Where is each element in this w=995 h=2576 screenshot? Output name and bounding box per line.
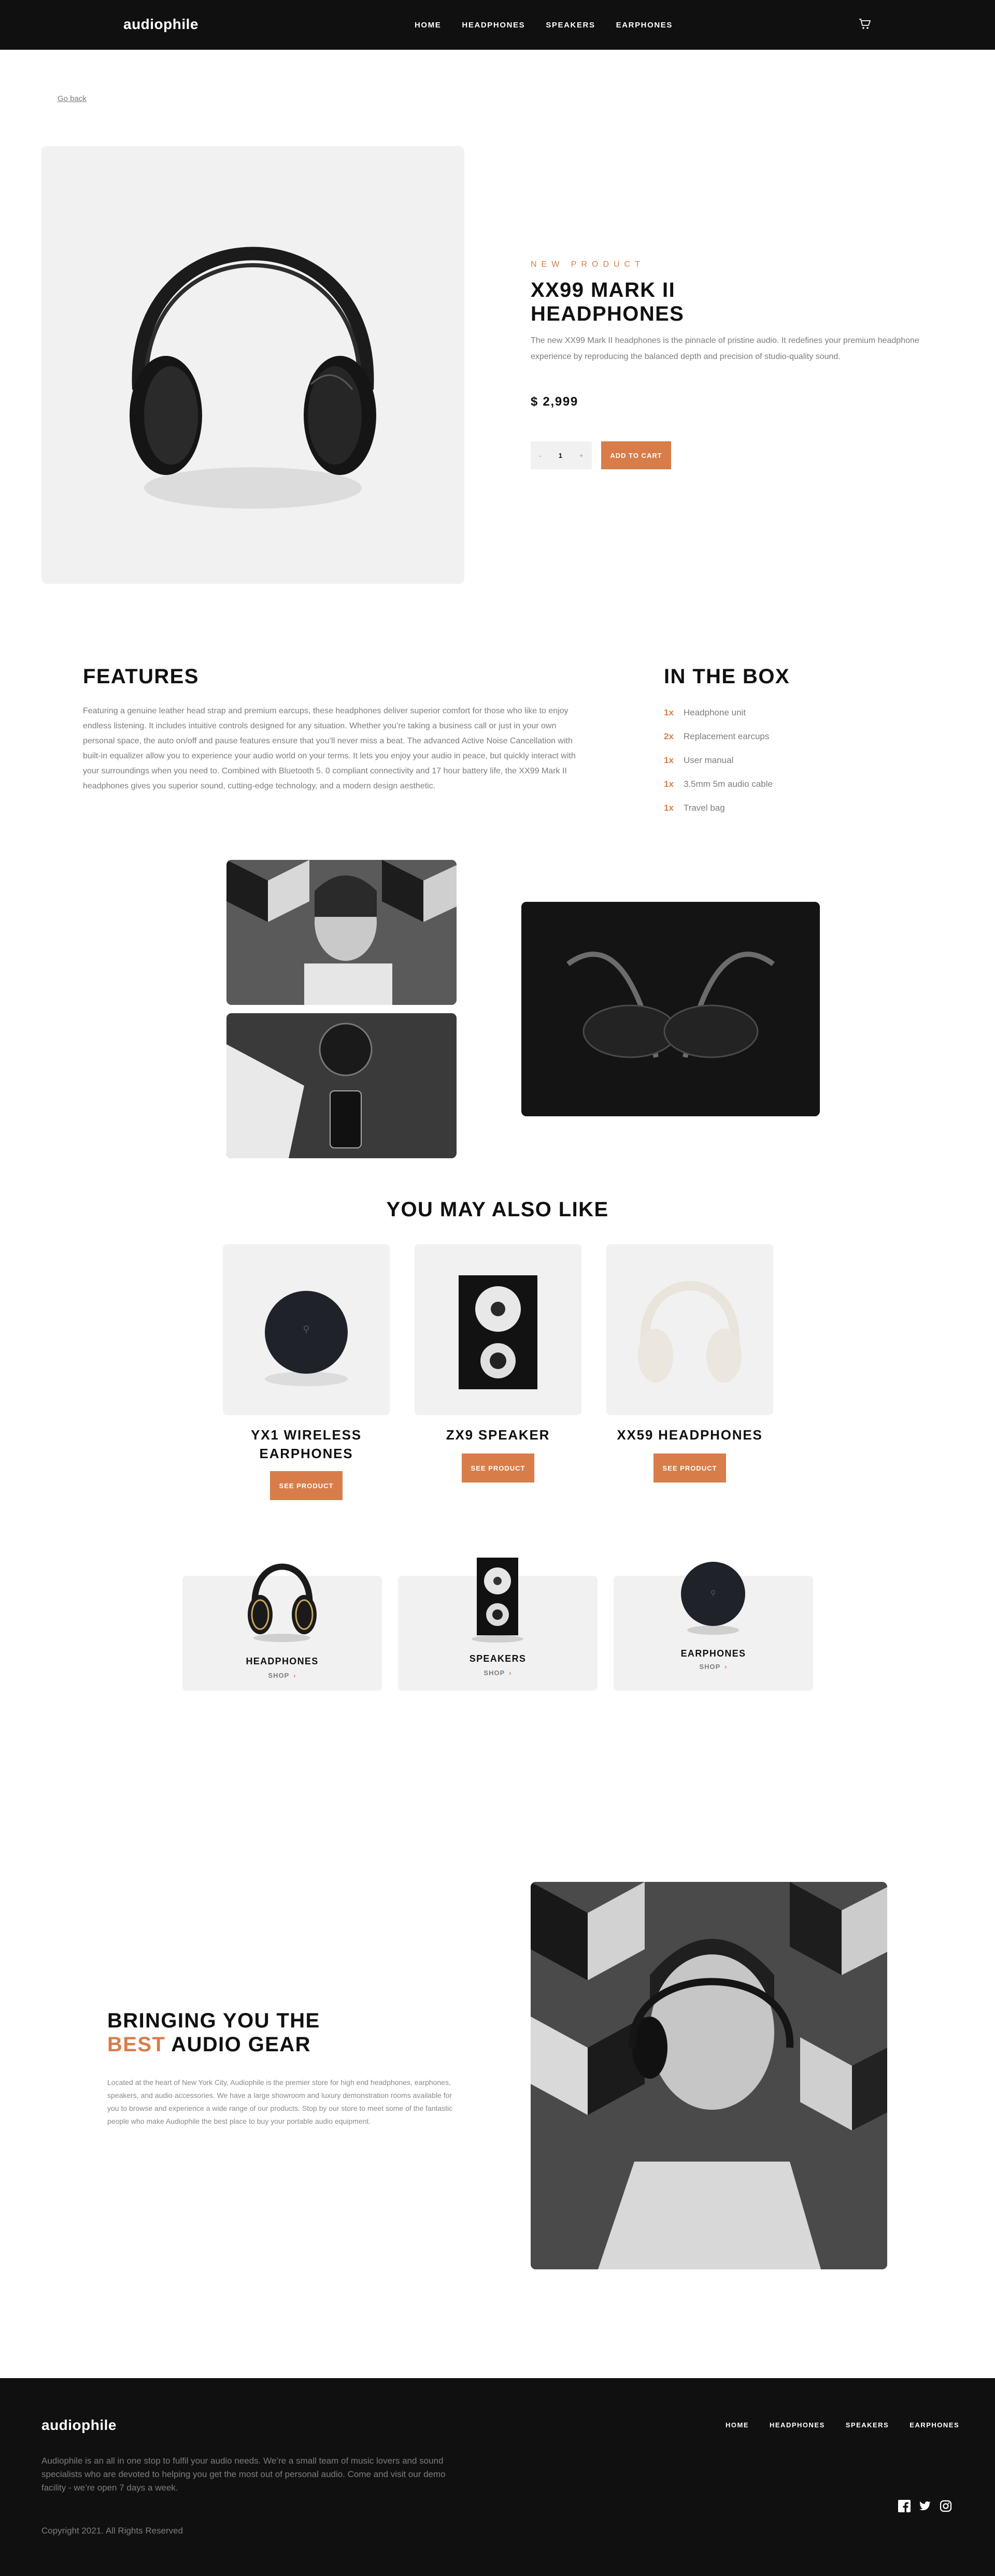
quantity-decrease-button[interactable]: - [539,452,541,459]
quantity-increase-button[interactable]: + [579,452,584,459]
nav-home[interactable]: HOME [415,21,441,30]
quantity-stepper: - 1 + [531,441,592,469]
in-the-box-title: IN THE BOX [664,665,790,688]
nav-speakers[interactable]: SPEAKERS [546,21,595,30]
features-title: FEATURES [83,665,199,688]
in-the-box-list: 1x Headphone unit 2x Replacement earcups 1… [664,701,773,820]
item-name: Replacement earcups [684,731,770,741]
category-shop-link[interactable]: SHOP › [182,1672,382,1679]
main-nav: HOME HEADPHONES SPEAKERS EARPHONES [415,21,673,30]
shop-label: SHOP [699,1663,721,1671]
also-like-name: XX59 HEADPHONES [617,1427,763,1443]
twitter-icon[interactable] [919,2500,932,2513]
product-overline: NEW PRODUCT [531,260,645,269]
also-like-image-headphones [606,1244,773,1415]
list-item: 2x Replacement earcups [664,725,773,749]
about-title: BRINGING YOU THE BEST AUDIO GEAR [107,2009,366,2056]
item-name: Travel bag [684,803,725,813]
category-label: HEADPHONES [246,1656,319,1666]
about-title-rest: AUDIO GEAR [165,2033,311,2056]
category-label: EARPHONES [680,1648,746,1659]
logo[interactable]: audiophile [123,16,198,33]
category-label: SPEAKERS [469,1653,527,1664]
also-like-name: ZX9 SPEAKER [446,1427,550,1443]
gallery-image-headphones-closeup [521,902,820,1116]
about-title-accent: BEST [107,2033,166,2056]
see-product-button[interactable]: SEE PRODUCT [462,1454,534,1483]
footer-nav-headphones[interactable]: HEADPHONES [770,2421,825,2429]
social-links [898,2500,953,2513]
item-quantity: 1x [664,779,674,789]
footer-nav-speakers[interactable]: SPEAKERS [846,2421,889,2429]
list-item: 1x User manual [664,749,773,772]
category-card-earphones[interactable]: ⚲ EARPHONES SHOP › [614,1562,813,1691]
features-text: Featuring a genuine leather head strap a… [83,707,576,790]
item-quantity: 1x [664,755,674,765]
item-name: 3.5mm 5m audio cable [684,779,773,789]
about-image-man-headphones [531,1882,887,2269]
about-text: Located at the heart of New York City, A… [107,2078,453,2125]
see-product-button[interactable]: SEE PRODUCT [653,1454,726,1483]
item-quantity: 1x [664,803,674,813]
copyright: Copyright 2021. All Rights Reserved [41,2526,183,2536]
list-item: 1x 3.5mm 5m audio cable [664,772,773,796]
footer-text: Audiophile is an all in one stop to fulf… [41,2456,446,2493]
nav-earphones[interactable]: EARPHONES [616,21,673,30]
gallery-image-desk [226,1013,457,1158]
item-quantity: 2x [664,731,674,741]
footer-logo[interactable]: audiophile [41,2417,117,2434]
cart-icon[interactable] [859,18,871,31]
facebook-icon[interactable] [898,2500,912,2513]
quantity-value: 1 [558,451,562,459]
about-title-line1: BRINGING YOU THE [107,2009,320,2032]
chevron-right-icon: › [293,1672,296,1679]
list-item: 1x Headphone unit [664,701,773,725]
footer-nav: HOME HEADPHONES SPEAKERS EARPHONES [726,2421,959,2429]
item-name: User manual [684,755,734,765]
footer-nav-home[interactable]: HOME [726,2421,749,2429]
category-card-speakers[interactable]: SPEAKERS SHOP › [398,1558,598,1691]
svg-text:⚲: ⚲ [710,1589,716,1598]
item-quantity: 1x [664,708,674,717]
also-like-image-speaker [415,1244,581,1415]
top-header: audiophile HOME HEADPHONES SPEAKERS EARP… [0,0,995,50]
category-shop-link[interactable]: SHOP › [398,1669,598,1677]
also-like-title: YOU MAY ALSO LIKE [386,1198,609,1221]
category-card-headphones[interactable]: HEADPHONES SHOP › [182,1563,382,1691]
svg-text:⚲: ⚲ [303,1324,309,1335]
product-price: $ 2,999 [531,395,578,409]
product-image [41,146,464,584]
chevron-right-icon: › [724,1663,728,1671]
list-item: 1x Travel bag [664,796,773,820]
gallery-image-man-headphones [226,860,457,1005]
site-footer: audiophile HOME HEADPHONES SPEAKERS EARP… [0,2378,995,2576]
product-title: XX99 MARK II HEADPHONES [531,279,685,325]
also-like-image-earphones: ⚲ [223,1244,390,1415]
add-to-cart-button[interactable]: ADD TO CART [601,441,671,469]
shop-label: SHOP [484,1669,505,1677]
category-shop-link[interactable]: SHOP › [614,1663,813,1671]
see-product-button[interactable]: SEE PRODUCT [270,1471,343,1500]
product-description: The new XX99 Mark II headphones is the p… [531,336,919,361]
chevron-right-icon: › [509,1669,512,1677]
item-name: Headphone unit [684,708,746,717]
go-back-link[interactable]: Go back [58,94,87,103]
nav-headphones[interactable]: HEADPHONES [462,21,525,30]
footer-nav-earphones[interactable]: EARPHONES [909,2421,959,2429]
also-like-name: YX1 WIRELESS EARPHONES [251,1427,362,1461]
instagram-icon[interactable] [940,2500,953,2513]
shop-label: SHOP [268,1672,290,1679]
